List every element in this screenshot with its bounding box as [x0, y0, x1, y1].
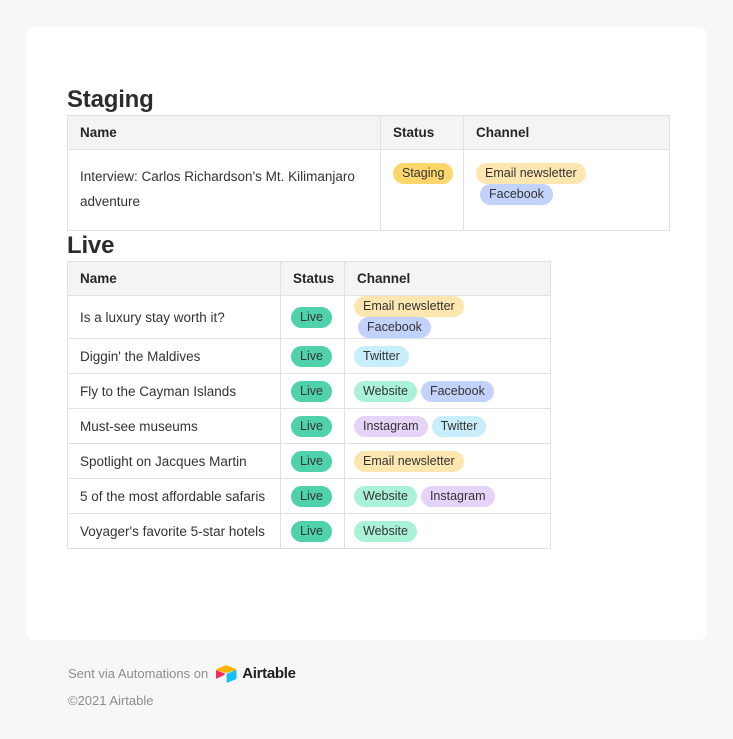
channel-badge: Website: [354, 485, 417, 507]
cell-name: Interview: Carlos Richardson's Mt. Kilim…: [67, 149, 381, 231]
airtable-logo: Airtable: [216, 664, 296, 684]
cell-channel: Twitter: [344, 338, 551, 374]
channel-badge: Facebook: [420, 380, 494, 402]
cell-status: Live: [280, 513, 345, 549]
section-title-live: Live: [67, 232, 115, 259]
channel-badge: Twitter: [354, 345, 409, 367]
cell-channel: Email newsletterFacebook: [344, 295, 551, 339]
cell-name: Diggin' the Maldives: [67, 338, 281, 374]
cell-status: Live: [280, 408, 345, 444]
cell-name: Fly to the Cayman Islands: [67, 373, 281, 409]
status-badge: Live: [291, 306, 332, 328]
cell-channel: Website: [344, 513, 551, 549]
cell-status: Staging: [380, 149, 464, 231]
table-row: Diggin' the Maldives Live Twitter: [67, 338, 551, 374]
cell-name: Spotlight on Jacques Martin: [67, 443, 281, 479]
channel-badge: Instagram: [354, 415, 428, 437]
channel-badge: Website: [354, 520, 417, 542]
cell-name: Must-see museums: [67, 408, 281, 444]
cell-status: Live: [280, 338, 345, 374]
live-table-body: Is a luxury stay worth it? Live Email ne…: [67, 295, 551, 549]
footer-copyright: ©2021 Airtable: [68, 693, 154, 708]
table-header-row: Name Status Channel: [67, 261, 551, 296]
channel-badge: Email newsletter: [354, 296, 464, 317]
channel-badge: Email newsletter: [354, 450, 464, 472]
staging-table-head: Name Status Channel: [67, 115, 670, 150]
cell-status: Live: [280, 478, 345, 514]
table-row: Interview: Carlos Richardson's Mt. Kilim…: [67, 149, 670, 231]
table-row: Spotlight on Jacques Martin Live Email n…: [67, 443, 551, 479]
channel-badge: Instagram: [420, 485, 495, 507]
staging-table: Name Status Channel Interview: Carlos Ri…: [67, 115, 670, 231]
status-badge: Staging: [393, 163, 454, 184]
cell-channel: Email newsletterFacebook: [463, 149, 670, 231]
cell-channel: Website Facebook: [344, 373, 551, 409]
live-table: Name Status Channel Is a luxury stay wor…: [67, 261, 551, 549]
status-badge: Live: [291, 520, 332, 542]
table-header-row: Name Status Channel: [67, 115, 670, 150]
airtable-wordmark: Airtable: [242, 665, 296, 682]
table-row: 5 of the most affordable safaris Live We…: [67, 478, 551, 514]
footer-sent-via-text: Sent via Automations on: [68, 666, 209, 681]
cell-channel: Website Instagram: [344, 478, 551, 514]
content-card: Staging Name Status Channel Interview: C…: [26, 27, 707, 640]
channel-badge: Website: [354, 380, 417, 402]
column-header-channel: Channel: [463, 115, 670, 150]
channel-badge: Facebook: [358, 317, 431, 338]
table-row: Fly to the Cayman Islands Live Website Fa…: [67, 373, 551, 409]
section-title-staging: Staging: [67, 86, 154, 113]
column-header-status: Status: [380, 115, 464, 150]
status-badge: Live: [291, 450, 332, 472]
airtable-logo-icon: [216, 665, 237, 683]
table-row: Voyager's favorite 5-star hotels Live We…: [67, 513, 551, 549]
live-table-head: Name Status Channel: [67, 261, 551, 296]
status-badge: Live: [291, 380, 332, 402]
cell-status: Live: [280, 373, 345, 409]
cell-status: Live: [280, 295, 345, 339]
column-header-channel: Channel: [344, 261, 551, 296]
email-page: Staging Name Status Channel Interview: C…: [0, 0, 733, 739]
channel-badge: Email newsletter: [476, 163, 586, 184]
table-row: Is a luxury stay worth it? Live Email ne…: [67, 295, 551, 339]
channel-badge: Facebook: [480, 184, 553, 205]
status-badge: Live: [291, 415, 332, 437]
cell-name: 5 of the most affordable safaris: [67, 478, 281, 514]
footer: Sent via Automations on Airtable ©2021 A…: [68, 663, 668, 710]
column-header-name: Name: [67, 115, 381, 150]
cell-channel: Email newsletter: [344, 443, 551, 479]
card-inner: Staging Name Status Channel Interview: C…: [26, 27, 707, 549]
column-header-status: Status: [280, 261, 345, 296]
cell-channel: Instagram Twitter: [344, 408, 551, 444]
status-badge: Live: [291, 345, 332, 367]
column-header-name: Name: [67, 261, 281, 296]
cell-name: Voyager's favorite 5-star hotels: [67, 513, 281, 549]
footer-attribution: Sent via Automations on Airtable: [68, 663, 668, 685]
cell-name: Is a luxury stay worth it?: [67, 295, 281, 339]
cell-status: Live: [280, 443, 345, 479]
channel-badge: Twitter: [431, 415, 487, 437]
staging-table-body: Interview: Carlos Richardson's Mt. Kilim…: [67, 149, 670, 231]
table-row: Must-see museums Live Instagram Twitter: [67, 408, 551, 444]
status-badge: Live: [291, 485, 332, 507]
